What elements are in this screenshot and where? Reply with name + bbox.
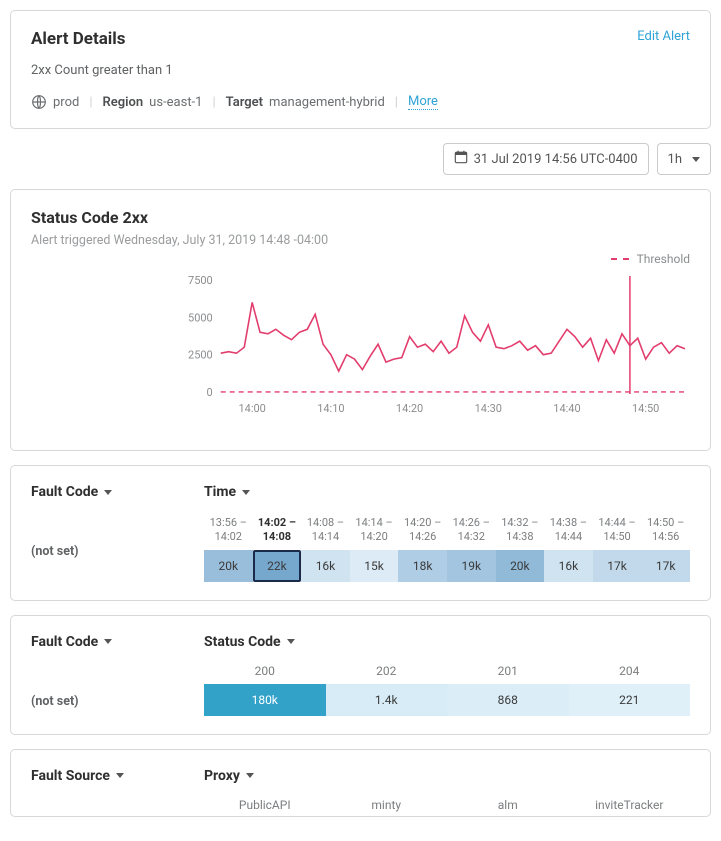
threshold-swatch [611, 258, 629, 260]
time-bucket-label: 14:32 –14:38 [496, 514, 545, 550]
fault-status-card: Fault Code (not set) Status Code 2002022… [10, 615, 711, 735]
time-bucket-label: 14:14 –14:20 [350, 514, 399, 550]
edit-alert-link[interactable]: Edit Alert [637, 29, 690, 44]
chart-legend: Threshold [31, 252, 690, 266]
target-label: Target [226, 95, 263, 110]
chevron-down-icon [242, 490, 250, 495]
range-picker[interactable]: 1h [657, 143, 711, 175]
proxy-column-label: minty [326, 798, 448, 812]
svg-text:2500: 2500 [188, 349, 213, 362]
time-bucket-label: 14:20 –14:26 [398, 514, 447, 550]
svg-text:7500: 7500 [188, 274, 213, 287]
fault-time-row-label: (not set) [31, 544, 186, 559]
time-bucket-label: 14:02 –14:08 [253, 514, 302, 550]
chevron-down-icon [287, 639, 295, 644]
time-bucket-label: 14:26 –14:32 [447, 514, 496, 550]
range-text: 1h [668, 152, 682, 167]
proxy-column-label: inviteTracker [569, 798, 691, 812]
calendar-icon [454, 150, 468, 168]
chevron-down-icon [692, 157, 700, 162]
status-code-label: 201 [447, 664, 569, 684]
datetime-picker[interactable]: 31 Jul 2019 14:56 UTC-0400 [443, 143, 649, 175]
status-code-label: 204 [569, 664, 691, 684]
alert-details-title: Alert Details [31, 29, 126, 49]
alert-details-card: Alert Details Edit Alert 2xx Count great… [10, 10, 711, 129]
region-value: us-east-1 [149, 95, 202, 110]
chart-title: Status Code 2xx [31, 208, 690, 227]
svg-text:14:30: 14:30 [475, 402, 502, 415]
time-bucket-label: 14:08 –14:14 [301, 514, 350, 550]
status-code-dropdown[interactable]: Status Code [204, 634, 295, 650]
svg-text:14:10: 14:10 [317, 402, 344, 415]
svg-text:14:50: 14:50 [632, 402, 659, 415]
time-heat-cell[interactable]: 15k [350, 550, 399, 582]
time-heat-cell[interactable]: 20k [204, 550, 253, 582]
time-bucket-label: 13:56 –14:02 [204, 514, 253, 550]
time-bucket-label: 14:44 –14:50 [593, 514, 642, 550]
chevron-down-icon [104, 639, 112, 644]
proxy-column-label: alm [447, 798, 569, 812]
target-value: management-hybrid [269, 95, 385, 110]
svg-text:5000: 5000 [188, 311, 213, 324]
status-heat-cell[interactable]: 1.4k [326, 684, 448, 716]
time-dropdown[interactable]: Time [204, 484, 250, 500]
alert-meta-row: prod | Region us-east-1 | Target managem… [31, 94, 690, 110]
globe-icon [31, 94, 47, 110]
proxy-column-label: PublicAPI [204, 798, 326, 812]
alert-condition-text: 2xx Count greater than 1 [31, 63, 690, 78]
time-bucket-label: 14:50 –14:56 [641, 514, 690, 550]
time-heat-cell[interactable]: 16k [301, 550, 350, 582]
proxy-header: PublicAPImintyalminviteTracker [204, 798, 690, 812]
datetime-text: 31 Jul 2019 14:56 UTC-0400 [474, 152, 638, 167]
fault-time-card: Fault Code (not set) Time 13:56 –14:0214… [10, 465, 711, 601]
time-heat-cell[interactable]: 17k [641, 550, 690, 582]
status-line-chart: 0 2500 5000 7500 14:00 14:10 14:20 14:30 14:40 14… [31, 272, 690, 432]
time-heat-cell[interactable]: 17k [593, 550, 642, 582]
status-heat-cell[interactable]: 180k [204, 684, 326, 716]
fault-proxy-card: Fault Source Proxy PublicAPImintyalminvi… [10, 749, 711, 817]
fault-code-dropdown-2[interactable]: Fault Code [31, 634, 112, 650]
svg-text:14:20: 14:20 [396, 402, 423, 415]
status-code-header: 200202201204 [204, 664, 690, 684]
fault-code-dropdown[interactable]: Fault Code [31, 484, 112, 500]
chart-triggered-text: Alert triggered Wednesday, July 31, 2019… [31, 233, 690, 248]
more-link[interactable]: More [408, 94, 438, 110]
threshold-label: Threshold [637, 252, 690, 266]
time-bucket-header: 13:56 –14:0214:02 –14:0814:08 –14:1414:1… [204, 514, 690, 550]
status-heat-cell[interactable]: 868 [447, 684, 569, 716]
chevron-down-icon [104, 490, 112, 495]
time-heat-row: 20k22k16k15k18k19k20k16k17k17k [204, 550, 690, 582]
time-toolbar: 31 Jul 2019 14:56 UTC-0400 1h [10, 143, 711, 175]
proxy-dropdown[interactable]: Proxy [204, 768, 254, 784]
status-code-label: 200 [204, 664, 326, 684]
svg-text:14:40: 14:40 [553, 402, 580, 415]
status-code-label: 202 [326, 664, 448, 684]
fault-source-dropdown[interactable]: Fault Source [31, 768, 124, 784]
chevron-down-icon [116, 773, 124, 778]
time-bucket-label: 14:38 –14:44 [544, 514, 593, 550]
env-value: prod [53, 95, 79, 110]
svg-text:14:00: 14:00 [239, 402, 266, 415]
time-heat-cell[interactable]: 20k [496, 550, 545, 582]
time-heat-cell[interactable]: 16k [544, 550, 593, 582]
time-heat-cell[interactable]: 22k [253, 550, 302, 582]
status-heat-cell[interactable]: 221 [569, 684, 691, 716]
time-heat-cell[interactable]: 19k [447, 550, 496, 582]
svg-text:0: 0 [207, 386, 213, 399]
chevron-down-icon [246, 773, 254, 778]
status-chart-card: Status Code 2xx Alert triggered Wednesda… [10, 189, 711, 451]
time-heat-cell[interactable]: 18k [398, 550, 447, 582]
fault-status-row-label: (not set) [31, 694, 186, 709]
status-heat-row: 180k1.4k868221 [204, 684, 690, 716]
region-label: Region [103, 95, 144, 110]
